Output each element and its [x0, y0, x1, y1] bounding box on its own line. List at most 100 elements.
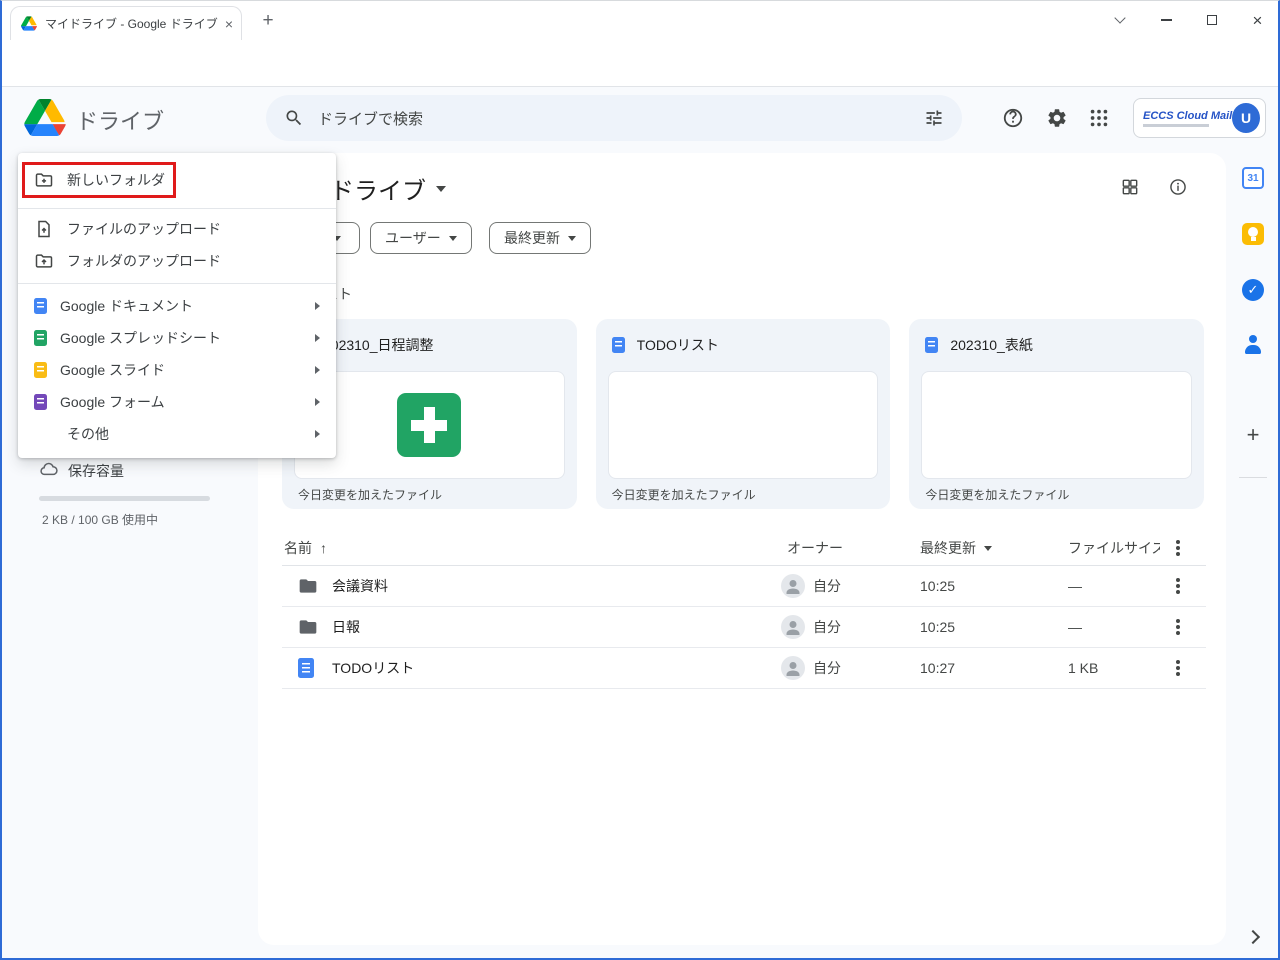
account-badge-logo: ECCS Cloud Mail: [1143, 110, 1232, 127]
menu-item-new-folder[interactable]: 新しいフォルダ: [18, 158, 336, 202]
window-minimize-button[interactable]: [1143, 1, 1189, 39]
new-tab-button[interactable]: +: [256, 9, 280, 33]
storage-usage-text: 2 KB / 100 GB 使用中: [42, 511, 158, 528]
filter-chip-modified[interactable]: 最終更新: [489, 222, 591, 254]
settings-gear-icon[interactable]: [1045, 106, 1069, 130]
submenu-arrow-icon: [315, 366, 320, 374]
card-preview: [921, 371, 1192, 479]
submenu-arrow-icon: [315, 334, 320, 342]
column-header-size[interactable]: ファイルサイズ: [1068, 531, 1160, 565]
drive-app: ドライブ ドライブで検索 ECCS Cloud Mail U: [2, 87, 1280, 959]
owner-avatar-icon: [781, 656, 805, 680]
new-folder-icon: [34, 170, 54, 190]
table-row[interactable]: 日報 自分 10:25 —: [282, 607, 1206, 648]
table-options-icon[interactable]: [1166, 531, 1190, 565]
folder-icon: [298, 566, 318, 606]
chevron-down-icon: [568, 236, 576, 241]
menu-item-google-forms[interactable]: Google フォーム: [18, 386, 336, 418]
menu-item-google-sheets[interactable]: Google スプレッドシート: [18, 322, 336, 354]
contacts-icon[interactable]: [1241, 333, 1265, 357]
tab-close-icon[interactable]: ×: [225, 17, 233, 31]
hide-side-panel-chevron-icon[interactable]: [1241, 925, 1265, 949]
table-row[interactable]: 会議資料 自分 10:25 —: [282, 566, 1206, 607]
folder-upload-icon: [34, 251, 54, 271]
grid-view-toggle-icon[interactable]: [1118, 175, 1142, 199]
card-title: 202310_表紙: [950, 335, 1033, 355]
sheets-logo-icon: [397, 393, 461, 457]
account-avatar[interactable]: U: [1232, 103, 1260, 133]
menu-item-label: Google フォーム: [60, 392, 302, 412]
docs-icon: [34, 298, 47, 314]
menu-divider: [18, 208, 336, 209]
get-add-ons-button[interactable]: +: [1241, 423, 1265, 447]
help-icon[interactable]: [1001, 106, 1025, 130]
submenu-arrow-icon: [315, 430, 320, 438]
column-header-modified[interactable]: 最終更新: [920, 531, 992, 565]
details-info-icon[interactable]: [1166, 175, 1190, 199]
owner-avatar-icon: [781, 615, 805, 639]
search-placeholder: ドライブで検索: [318, 108, 924, 129]
account-badge[interactable]: ECCS Cloud Mail U: [1133, 98, 1266, 138]
card-reason: 今日変更を加えたファイル: [596, 479, 891, 509]
file-name: 会議資料: [332, 566, 388, 606]
search-input[interactable]: ドライブで検索: [266, 95, 962, 141]
menu-item-more[interactable]: その他: [18, 418, 336, 450]
file-owner: 自分: [781, 607, 841, 647]
files-table: 名前 ↑ オーナー 最終更新 ファイルサイズ 会議資料: [282, 531, 1206, 689]
table-row[interactable]: TODOリスト 自分 10:27 1 KB: [282, 648, 1206, 689]
file-size: —: [1068, 566, 1160, 606]
file-upload-icon: [34, 219, 54, 239]
menu-item-label: Google ドキュメント: [60, 296, 302, 316]
storage-label: 保存容量: [68, 461, 124, 481]
filter-chip-modified-label: 最終更新: [504, 228, 560, 248]
file-modified: 10:25: [920, 607, 955, 647]
menu-item-file-upload[interactable]: ファイルのアップロード: [18, 213, 336, 245]
cloud-storage-icon: [39, 459, 59, 479]
card-preview: [608, 371, 879, 479]
search-options-icon[interactable]: [924, 108, 944, 128]
apps-grid-icon[interactable]: [1087, 106, 1111, 130]
column-header-owner[interactable]: オーナー: [787, 531, 843, 565]
browser-toolbar: drive.google.com/drive/my-drive U: [2, 41, 1278, 87]
suggested-card[interactable]: TODOリスト 今日変更を加えたファイル: [596, 319, 891, 509]
submenu-arrow-icon: [315, 302, 320, 310]
browser-tab[interactable]: マイドライブ - Google ドライブ ×: [10, 6, 242, 40]
forms-icon: [34, 394, 47, 410]
menu-item-folder-upload[interactable]: フォルダのアップロード: [18, 245, 336, 277]
browser-window: マイドライブ - Google ドライブ × + × drive.google.…: [0, 0, 1280, 960]
chevron-down-icon: [449, 236, 457, 241]
menu-item-label: その他: [67, 424, 302, 444]
column-header-name[interactable]: 名前 ↑: [284, 531, 327, 565]
menu-item-label: Google スライド: [60, 360, 302, 380]
keep-icon[interactable]: [1241, 222, 1265, 246]
tab-search-chevron-icon[interactable]: [1102, 1, 1138, 39]
sort-ascending-icon: ↑: [320, 540, 327, 556]
filter-chip-people[interactable]: ユーザー: [370, 222, 472, 254]
chevron-down-icon: [984, 546, 992, 551]
suggested-card[interactable]: 202310_表紙 今日変更を加えたファイル: [909, 319, 1204, 509]
file-name: TODOリスト: [332, 648, 414, 688]
sheets-icon: [34, 330, 47, 346]
drive-logo-icon: [24, 99, 66, 136]
menu-item-google-docs[interactable]: Google ドキュメント: [18, 290, 336, 322]
filter-chip-people-label: ユーザー: [385, 228, 441, 248]
calendar-icon[interactable]: 31: [1241, 166, 1265, 190]
slides-icon: [34, 362, 47, 378]
card-title: 202310_日程調整: [323, 335, 434, 355]
main-panel: マイドライブ 種類 ユーザー 最終更新 サジェスト: [258, 153, 1226, 945]
row-options-icon[interactable]: [1166, 648, 1190, 688]
window-maximize-button[interactable]: [1189, 1, 1235, 39]
card-title: TODOリスト: [637, 335, 719, 355]
file-owner: 自分: [781, 648, 841, 688]
file-size: —: [1068, 607, 1160, 647]
row-options-icon[interactable]: [1166, 566, 1190, 606]
docs-icon: [612, 337, 625, 353]
window-close-button[interactable]: ×: [1235, 1, 1280, 39]
docs-icon: [925, 337, 938, 353]
row-options-icon[interactable]: [1166, 607, 1190, 647]
menu-item-google-slides[interactable]: Google スライド: [18, 354, 336, 386]
file-owner: 自分: [781, 566, 841, 606]
owner-avatar-icon: [781, 574, 805, 598]
menu-item-label: ファイルのアップロード: [67, 219, 320, 239]
tasks-icon[interactable]: ✓: [1241, 278, 1265, 302]
